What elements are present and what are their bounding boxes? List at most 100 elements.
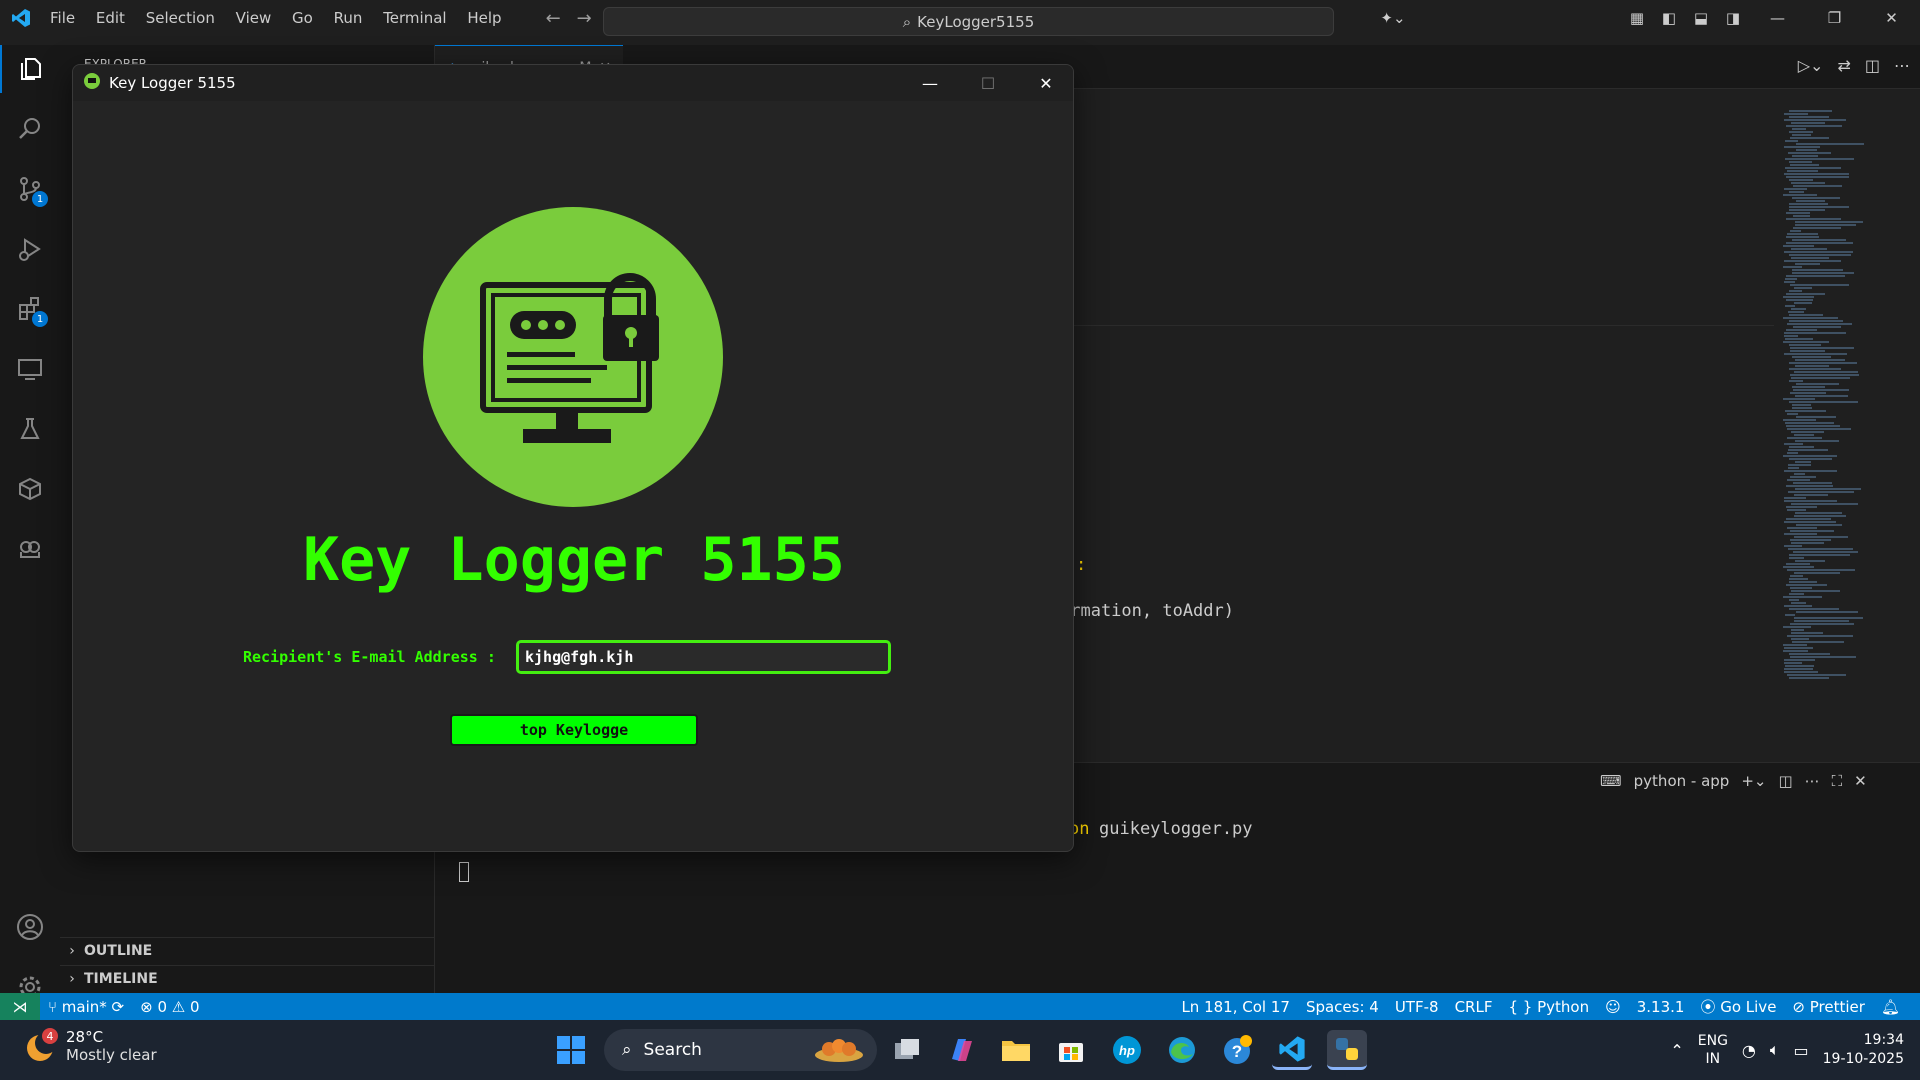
copilot-icon[interactable]: ✦⌄	[1365, 9, 1421, 27]
minimap-line	[1787, 437, 1822, 439]
problems-status[interactable]: ⊗ 0 ⚠ 0	[140, 998, 199, 1016]
minimap-line	[1783, 566, 1814, 568]
source-control-icon[interactable]: 1	[0, 165, 60, 213]
minimap-line	[1790, 347, 1854, 349]
clock[interactable]: 19:34 19-10-2025	[1823, 1031, 1904, 1069]
remote-explorer-icon[interactable]	[0, 345, 60, 393]
stop-keylogger-button[interactable]: top Keylogge	[450, 714, 698, 746]
email-input[interactable]	[516, 640, 891, 674]
hp-app-icon[interactable]: hp	[1107, 1030, 1147, 1070]
go-live-button[interactable]: ⦿ Go Live	[1700, 996, 1776, 1017]
toggle-panel-icon[interactable]: ⬓	[1685, 9, 1717, 27]
minimap-line	[1793, 326, 1841, 328]
extensions-icon[interactable]: 1	[0, 285, 60, 333]
command-center-search[interactable]: ⌕ KeyLogger5155	[603, 7, 1334, 36]
encoding-status[interactable]: UTF-8	[1395, 998, 1439, 1016]
keylogger-titlebar[interactable]: Key Logger 5155 — ☐ ✕	[73, 65, 1073, 101]
search-view-icon[interactable]	[0, 105, 60, 153]
language-mode[interactable]: { } Python	[1508, 998, 1589, 1016]
minimize-button[interactable]: —	[1749, 9, 1806, 27]
vscode-taskbar-icon[interactable]	[1272, 1030, 1312, 1070]
menu-go[interactable]: Go	[292, 9, 313, 27]
minimap-line	[1792, 128, 1806, 130]
toggle-secondary-sidebar-icon[interactable]: ◨	[1717, 9, 1749, 27]
indentation-status[interactable]: Spaces: 4	[1306, 998, 1379, 1016]
close-panel-icon[interactable]: ✕	[1854, 772, 1867, 790]
run-python-icon[interactable]: ▷⌄	[1798, 56, 1824, 75]
toggle-sidebar-icon[interactable]: ◧	[1653, 9, 1685, 27]
minimap	[1783, 110, 1903, 690]
minimap-line	[1794, 617, 1863, 619]
maximize-panel-icon[interactable]: ⛶	[1832, 772, 1843, 790]
containers-icon[interactable]	[0, 465, 60, 513]
keylogger-close-button[interactable]: ✕	[1017, 65, 1073, 101]
minimap-line	[1794, 572, 1840, 574]
menu-run[interactable]: Run	[334, 9, 363, 27]
weather-widget[interactable]: 4 28°C Mostly clear	[22, 1028, 157, 1064]
battery-icon[interactable]: ▭	[1794, 1041, 1809, 1060]
minimap-line	[1792, 356, 1831, 358]
edge-browser-icon[interactable]	[1162, 1030, 1202, 1070]
new-terminal-icon[interactable]: +⌄	[1741, 772, 1766, 790]
compare-changes-icon[interactable]: ⇄	[1837, 56, 1850, 75]
prettier-status[interactable]: ⊘ Prettier	[1792, 998, 1865, 1016]
minimap-line	[1784, 647, 1813, 649]
close-button[interactable]: ✕	[1863, 9, 1920, 27]
taskbar-search-label: Search	[643, 1040, 702, 1060]
customize-layout-icon[interactable]: ▦	[1621, 9, 1653, 27]
copilot-status-icon[interactable]: ☺	[1605, 998, 1621, 1016]
minimap-line	[1786, 518, 1831, 520]
python-version[interactable]: 3.13.1	[1637, 998, 1685, 1016]
windows-start-icon[interactable]	[551, 1030, 591, 1070]
keylogger-minimize-button[interactable]: —	[901, 65, 959, 101]
help-app-icon[interactable]: ?	[1217, 1030, 1257, 1070]
terminal-tab-label[interactable]: python - app	[1634, 772, 1730, 790]
wifi-icon[interactable]: ◔	[1742, 1041, 1756, 1060]
run-debug-icon[interactable]	[0, 225, 60, 273]
minimap-line	[1795, 512, 1842, 514]
minimap-line	[1788, 152, 1831, 154]
search-icon: ⌕	[622, 1040, 632, 1060]
cursor-position[interactable]: Ln 181, Col 17	[1181, 998, 1289, 1016]
minimap-line	[1788, 449, 1828, 451]
taskbar-search[interactable]: ⌕ Search	[604, 1029, 877, 1071]
menu-view[interactable]: View	[236, 9, 272, 27]
eol-status[interactable]: CRLF	[1455, 998, 1493, 1016]
sidebar-section-outline[interactable]: › OUTLINE	[60, 937, 435, 963]
file-explorer-icon[interactable]	[996, 1030, 1036, 1070]
menu-terminal[interactable]: Terminal	[383, 9, 446, 27]
copilot-chat-icon[interactable]	[0, 525, 60, 573]
menu-edit[interactable]: Edit	[96, 9, 125, 27]
testing-icon[interactable]	[0, 405, 60, 453]
accounts-icon[interactable]	[0, 903, 60, 951]
split-editor-icon[interactable]: ◫	[1865, 56, 1880, 75]
copilot-app-icon[interactable]	[941, 1030, 981, 1070]
minimap-line	[1789, 653, 1830, 655]
language-indicator[interactable]: ENG IN	[1698, 1032, 1728, 1068]
explorer-icon[interactable]	[0, 45, 60, 93]
maximize-button[interactable]: ❐	[1806, 9, 1863, 27]
menu-file[interactable]: File	[50, 9, 75, 27]
minimap-line	[1785, 140, 1798, 142]
minimap-line	[1790, 392, 1826, 394]
menu-help[interactable]: Help	[467, 9, 501, 27]
python-taskbar-icon[interactable]	[1327, 1030, 1367, 1070]
remote-indicator-icon[interactable]: ⋊	[0, 993, 40, 1020]
keylogger-maximize-button[interactable]: ☐	[959, 65, 1017, 101]
microsoft-store-icon[interactable]	[1051, 1030, 1091, 1070]
show-hidden-icons-icon[interactable]: ⌃	[1670, 1041, 1683, 1060]
split-terminal-icon[interactable]: ◫	[1778, 772, 1792, 790]
minimap-line	[1783, 419, 1816, 421]
notifications-bell-icon[interactable]: 🔔︎	[1881, 998, 1900, 1016]
task-view-icon[interactable]	[887, 1030, 927, 1070]
more-actions-icon[interactable]: ⋯	[1894, 56, 1910, 75]
branch-status[interactable]: ⑂ main* ⟳	[48, 998, 124, 1016]
forward-arrow-icon[interactable]: →	[577, 8, 592, 29]
volume-icon[interactable]: 🔈︎	[1770, 1040, 1780, 1060]
sidebar-section-timeline[interactable]: › TIMELINE	[60, 965, 435, 991]
back-arrow-icon[interactable]: ←	[546, 8, 561, 29]
menu-selection[interactable]: Selection	[146, 9, 215, 27]
minimap-line	[1786, 425, 1840, 427]
more-panel-actions-icon[interactable]: ⋯	[1805, 772, 1820, 790]
minimap-line	[1787, 452, 1798, 454]
